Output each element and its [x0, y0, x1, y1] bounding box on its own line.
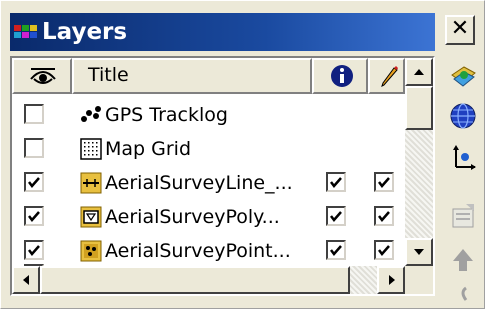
visibility-column-header[interactable] [12, 58, 72, 94]
checkmark-icon [330, 177, 342, 188]
layer-name: Map Grid [105, 138, 192, 160]
arrow-down-icon [414, 249, 424, 255]
vertical-scrollbar[interactable] [405, 58, 433, 294]
arrow-left-icon [23, 275, 29, 285]
layer-row-gps-tracklog[interactable]: GPS Tracklog [12, 98, 405, 132]
visibility-checkbox[interactable] [24, 104, 44, 124]
vertical-scroll-thumb[interactable] [405, 86, 433, 130]
checkmark-icon [330, 245, 342, 256]
move-down-icon[interactable] [448, 280, 478, 306]
edit-column-header[interactable] [368, 58, 405, 94]
layer-name: GPS Tracklog [105, 104, 228, 126]
layer-name: AerialSurveyLine_... [105, 172, 293, 194]
coordinate-axes-icon[interactable] [448, 143, 478, 173]
add-layer-icon[interactable] [448, 61, 478, 91]
layer-properties-icon[interactable] [448, 201, 478, 231]
pencil-icon [381, 66, 398, 87]
checkmark-icon [28, 245, 40, 256]
info-checkbox[interactable] [326, 206, 346, 226]
layer-list-panel: Title GPS Tracklog Map Grid AerialSurvey… [10, 56, 435, 296]
checkmark-icon [330, 211, 342, 222]
scrollbar-corner [405, 266, 433, 294]
info-icon [331, 65, 353, 87]
horizontal-scrollbar[interactable] [12, 266, 405, 294]
layer-row-aerial-survey-poly[interactable]: AerialSurveyPoly... [12, 200, 405, 234]
edit-checkbox[interactable] [374, 206, 394, 226]
edit-checkbox[interactable] [374, 172, 394, 192]
visibility-checkbox[interactable] [24, 138, 44, 158]
globe-icon[interactable] [448, 101, 478, 131]
window-title: Layers [42, 19, 128, 45]
info-column-header[interactable] [312, 58, 368, 94]
horizontal-scroll-thumb[interactable] [40, 266, 350, 294]
layer-row-map-grid[interactable]: Map Grid [12, 132, 405, 166]
visibility-checkbox[interactable] [24, 206, 44, 226]
arrow-up-icon [414, 69, 424, 75]
title-column-header[interactable]: Title [72, 58, 312, 94]
visibility-checkbox[interactable] [24, 172, 44, 192]
column-header: Title [12, 58, 405, 94]
line-layer-icon [80, 172, 102, 194]
info-checkbox[interactable] [326, 240, 346, 260]
info-checkbox[interactable] [326, 172, 346, 192]
layers-app-icon [14, 25, 37, 38]
visibility-checkbox[interactable] [24, 240, 44, 260]
title-column-label: Title [88, 64, 129, 86]
scroll-down-button[interactable] [405, 238, 433, 266]
scroll-left-button[interactable] [12, 266, 40, 294]
scroll-up-button[interactable] [405, 58, 433, 86]
layer-name: AerialSurveyPoint... [105, 240, 291, 262]
scroll-right-button[interactable] [377, 266, 405, 294]
gps-tracklog-icon [81, 106, 101, 122]
layers-window: Layers ✕ Title GPS Tracklog Map Grid Aer… [0, 0, 485, 309]
polygon-layer-icon [80, 206, 102, 228]
checkmark-icon [378, 245, 390, 256]
point-layer-icon [80, 240, 102, 262]
layer-name: AerialSurveyPoly... [105, 206, 280, 228]
checkmark-icon [378, 177, 390, 188]
close-button[interactable]: ✕ [445, 15, 475, 45]
checkmark-icon [28, 211, 40, 222]
eye-icon [30, 68, 56, 84]
map-grid-icon [80, 138, 102, 160]
edit-checkbox[interactable] [374, 240, 394, 260]
layer-row-aerial-survey-line[interactable]: AerialSurveyLine_... [12, 166, 405, 200]
checkmark-icon [28, 177, 40, 188]
arrow-right-icon [389, 275, 395, 285]
move-up-icon[interactable] [448, 245, 478, 275]
title-bar[interactable]: Layers [10, 13, 435, 51]
checkmark-icon [378, 211, 390, 222]
